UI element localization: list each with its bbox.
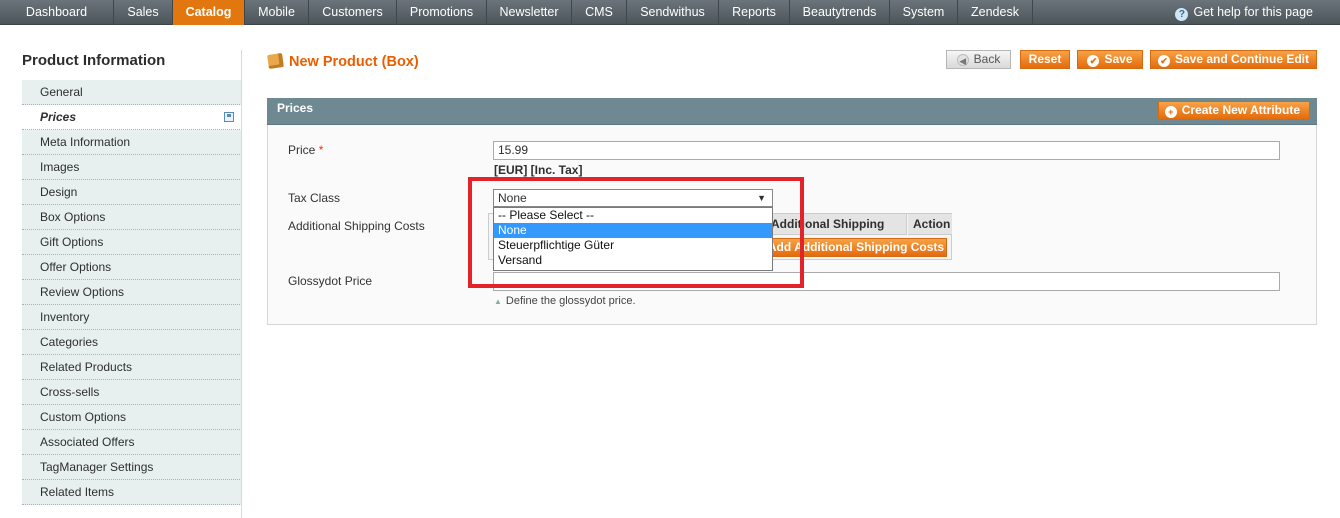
save-label: Save xyxy=(1104,52,1133,66)
tax-class-label: Tax Class xyxy=(288,191,341,205)
sidebar-item-associated-offers[interactable]: Associated Offers xyxy=(22,430,242,455)
nav-item-promotions[interactable]: Promotions xyxy=(397,0,487,25)
sidebar-item-related-items[interactable]: Related Items xyxy=(22,480,242,505)
product-box-icon xyxy=(267,53,284,69)
sidebar-title: Product Information xyxy=(22,52,166,69)
check-icon: ✔ xyxy=(1087,55,1100,67)
sidebar-tabs: General Prices Meta Information Images D… xyxy=(22,80,242,505)
reset-button[interactable]: Reset xyxy=(1020,50,1070,69)
action-column: Action xyxy=(908,214,952,235)
nav-item-dashboard[interactable]: Dashboard xyxy=(0,0,114,25)
main-nav: Dashboard Sales Catalog Mobile Customers… xyxy=(0,0,1340,25)
nav-item-cms[interactable]: CMS xyxy=(572,0,627,25)
sidebar-item-categories[interactable]: Categories xyxy=(22,330,242,355)
required-marker: * xyxy=(318,143,324,157)
sidebar-item-gift-options[interactable]: Gift Options xyxy=(22,230,242,255)
back-arrow-icon: ◀ xyxy=(956,54,969,66)
sidebar-item-design[interactable]: Design xyxy=(22,180,242,205)
save-icon xyxy=(224,112,234,122)
back-label: Back xyxy=(973,52,1001,66)
sidebar-item-inventory[interactable]: Inventory xyxy=(22,305,242,330)
save-button[interactable]: ✔ Save xyxy=(1077,50,1143,69)
check-icon: ✔ xyxy=(1157,55,1170,67)
nav-item-customers[interactable]: Customers xyxy=(309,0,397,25)
sidebar-item-offer-options[interactable]: Offer Options xyxy=(22,255,242,280)
price-currency-note: [EUR] [Inc. Tax] xyxy=(494,163,583,177)
sidebar-item-cross-sells[interactable]: Cross-sells xyxy=(22,380,242,405)
help-link[interactable]: ? Get help for this page xyxy=(1175,0,1313,25)
nav-item-sales[interactable]: Sales xyxy=(114,0,173,25)
nav-item-mobile[interactable]: Mobile xyxy=(245,0,309,25)
sidebar-item-review-options[interactable]: Review Options xyxy=(22,280,242,305)
create-attribute-button[interactable]: + Create New Attribute xyxy=(1157,101,1310,120)
page-title: New Product (Box) xyxy=(289,54,419,70)
nav-item-newsletter[interactable]: Newsletter xyxy=(487,0,572,25)
back-button[interactable]: ◀ Back xyxy=(946,50,1011,69)
sidebar-item-meta-information[interactable]: Meta Information xyxy=(22,130,242,155)
nav-item-catalog[interactable]: Catalog xyxy=(173,0,245,25)
prices-fieldset-header: Prices + Create New Attribute xyxy=(267,98,1317,125)
sidebar-item-label: Prices xyxy=(40,110,77,124)
help-icon: ? xyxy=(1175,8,1189,21)
nav-item-beautytrends[interactable]: Beautytrends xyxy=(790,0,890,25)
highlight-box xyxy=(468,177,804,288)
sidebar-item-tagmanager-settings[interactable]: TagManager Settings xyxy=(22,455,242,480)
hint-arrow-icon: ▲ xyxy=(494,297,502,306)
price-input[interactable]: 15.99 xyxy=(493,141,1280,160)
sidebar-divider xyxy=(241,50,242,518)
create-attribute-label: Create New Attribute xyxy=(1181,103,1300,117)
shipping-costs-label: Additional Shipping Costs xyxy=(288,219,425,233)
page-header: New Product (Box) xyxy=(267,53,419,70)
save-continue-label: Save and Continue Edit xyxy=(1174,52,1309,66)
nav-item-sendwithus[interactable]: Sendwithus xyxy=(627,0,719,25)
glossydot-label: Glossydot Price xyxy=(288,274,373,288)
nav-item-system[interactable]: System xyxy=(890,0,958,25)
sidebar-item-custom-options[interactable]: Custom Options xyxy=(22,405,242,430)
help-label: Get help for this page xyxy=(1193,5,1313,19)
price-label-text: Price xyxy=(288,143,316,157)
glossydot-hint: ▲ Define the glossydot price. xyxy=(494,295,636,307)
glossydot-hint-text: Define the glossydot price. xyxy=(505,295,636,307)
save-continue-button[interactable]: ✔ Save and Continue Edit xyxy=(1150,50,1317,69)
sidebar-item-general[interactable]: General xyxy=(22,80,242,105)
plus-icon: + xyxy=(1164,106,1177,118)
nav-item-reports[interactable]: Reports xyxy=(719,0,790,25)
sidebar-item-images[interactable]: Images xyxy=(22,155,242,180)
sidebar-item-box-options[interactable]: Box Options xyxy=(22,205,242,230)
nav-item-zendesk[interactable]: Zendesk xyxy=(958,0,1033,25)
sidebar-item-prices[interactable]: Prices xyxy=(22,105,242,130)
sidebar-item-related-products[interactable]: Related Products xyxy=(22,355,242,380)
price-label: Price * xyxy=(288,143,323,157)
fieldset-title: Prices xyxy=(277,101,314,115)
